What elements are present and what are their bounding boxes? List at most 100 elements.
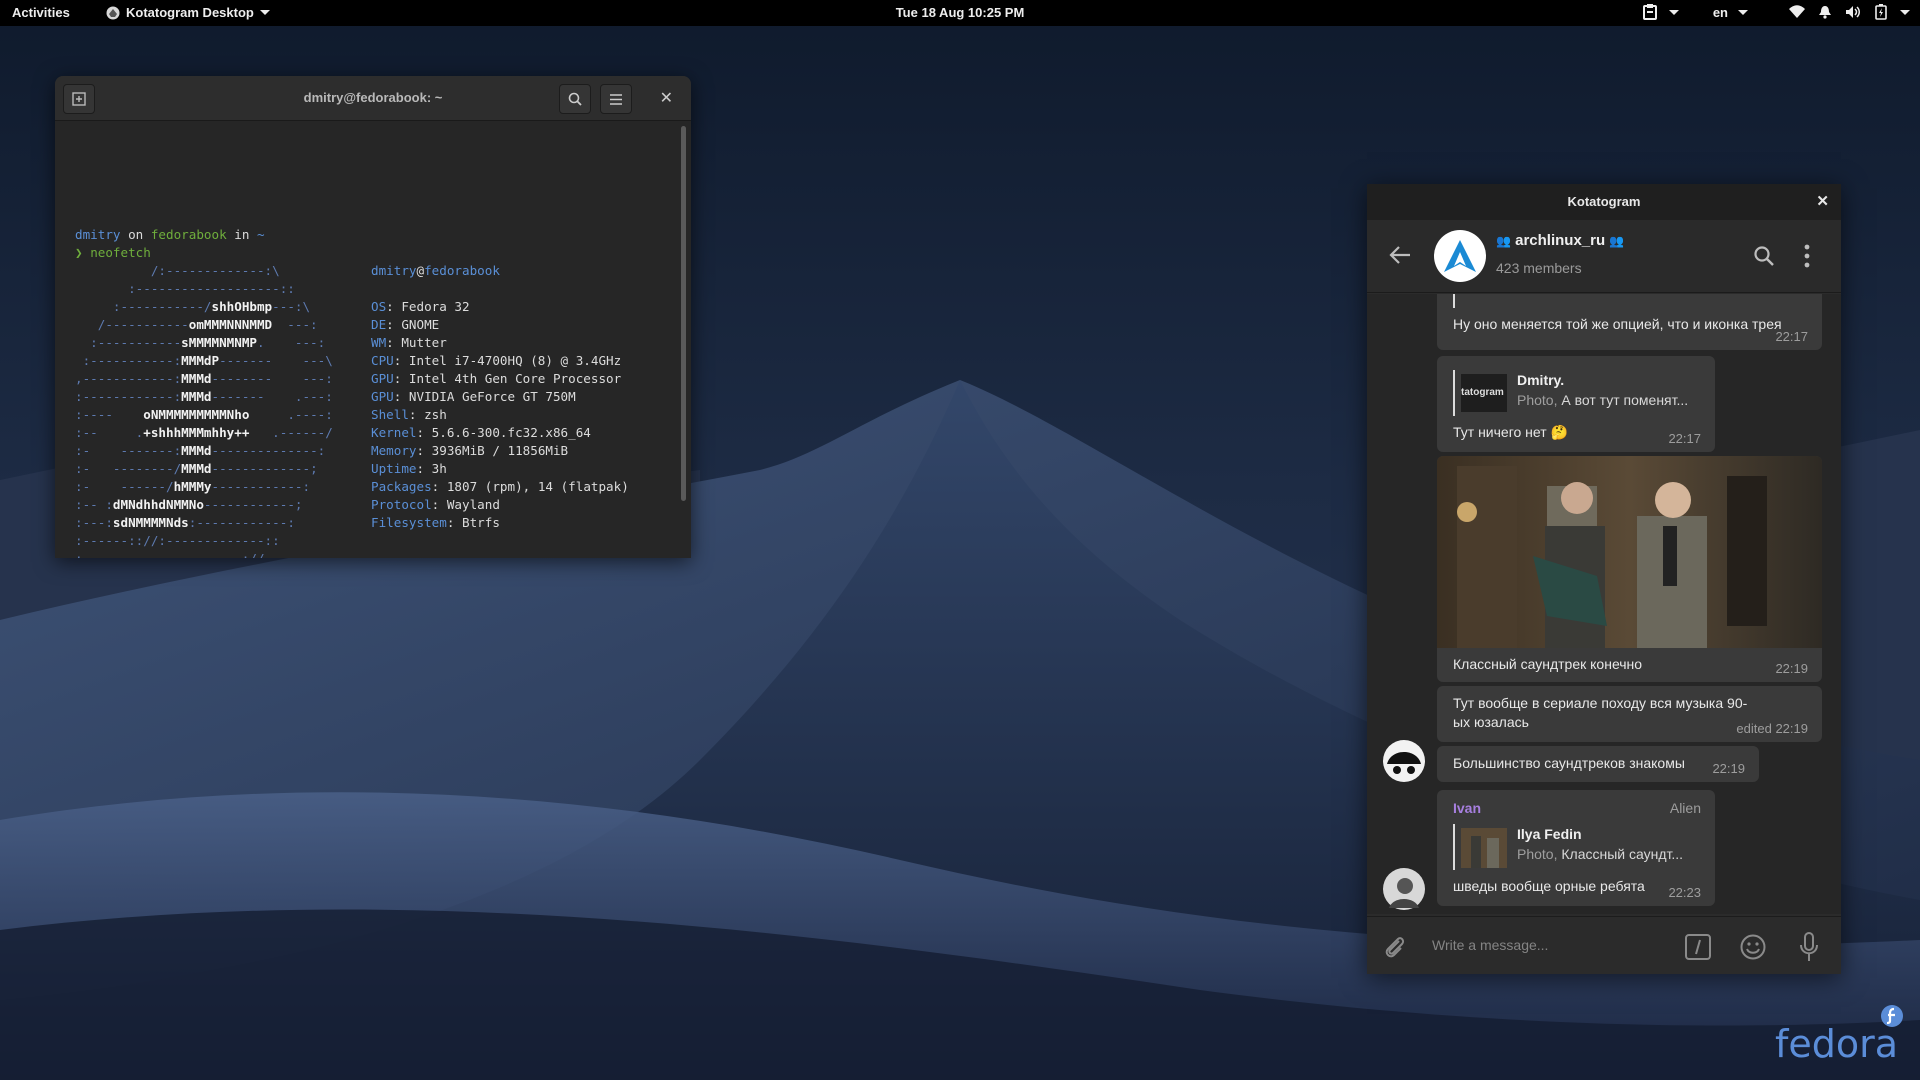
info-key: OS [371, 299, 387, 314]
logo-line: ,------------:MMMd-------- ---: [75, 371, 333, 386]
language-indicator[interactable]: en [1713, 5, 1728, 20]
info-key: CPU [371, 353, 394, 368]
terminal-window[interactable]: dmitry@fedorabook: ~ ✕ dmitry on fedorab… [55, 76, 691, 558]
message-time: 22:17 [1668, 431, 1701, 446]
message-input[interactable]: Write a message... [1432, 937, 1548, 953]
message-sender[interactable]: Ivan [1453, 800, 1481, 816]
command-text: neofetch [90, 245, 151, 260]
message-text: Тут вообще в сериале походу вся музыка 9… [1453, 695, 1748, 730]
back-arrow-icon[interactable] [1389, 245, 1411, 265]
kotatogram-window[interactable]: Kotatogram ✕ 👥 archlinux_ru 👥 423 member… [1367, 184, 1841, 974]
neofetch-logo: /:-------------:\ :-------------------::… [75, 262, 333, 558]
info-row: Shell: zsh [371, 406, 629, 424]
bot-commands-icon[interactable] [1685, 934, 1711, 960]
reply-bar [1453, 294, 1455, 308]
info-value: : 1807 (rpm), 14 (flatpak) [431, 479, 629, 494]
top-bar: Activities Kotatogram Desktop Tue 18 Aug… [0, 0, 1920, 26]
logo-line: :---------------------:// [75, 550, 333, 558]
logo-line: :-- :dMNdhhdNMMNo------------; [75, 497, 303, 512]
activities-button[interactable]: Activities [12, 5, 70, 20]
clock[interactable]: Tue 18 Aug 10:25 PM [896, 5, 1025, 20]
reply-preview[interactable]: tatogram Dmitry. Photo, А вот тут поменя… [1453, 370, 1703, 416]
info-key: Filesystem [371, 515, 447, 530]
chat-title[interactable]: 👥 archlinux_ru 👥 [1496, 232, 1624, 249]
reply-preview[interactable]: Ilya Fedin Photo, Классный саундт... [1453, 824, 1703, 870]
info-value: : 3936MiB / 11856MiB [416, 443, 569, 458]
terminal-headerbar[interactable]: dmitry@fedorabook: ~ ✕ [55, 76, 691, 121]
info-row: Memory: 3936MiB / 11856MiB [371, 442, 629, 460]
info-value: : Intel 4th Gen Core Processor [393, 371, 622, 386]
message-photo[interactable] [1437, 456, 1822, 648]
logo-line: :-- .+shhhMMMmhhy++ .------/ [75, 425, 333, 440]
message-list[interactable]: Ну оно меняется той же опцией, что и ико… [1367, 294, 1841, 914]
info-key: GPU [371, 371, 394, 386]
arch-linux-logo-icon [1444, 240, 1476, 272]
info-row: Packages: 1807 (rpm), 14 (flatpak) [371, 478, 629, 496]
logo-line: :- ------/hMMMy------------: [75, 479, 311, 494]
system-tray[interactable]: en [1641, 3, 1910, 21]
info-row: Protocol: Wayland [371, 496, 629, 514]
fedora-logo: fedora [1775, 1005, 1903, 1066]
info-key: Uptime [371, 461, 417, 476]
prompt-line: dmitry on fedorabook in ~ [75, 226, 265, 244]
message-time: 22:19 [1712, 761, 1745, 776]
terminal-menu-button[interactable] [600, 84, 632, 114]
logo-line: :------------:MMMd------- .---: [75, 389, 333, 404]
info-key: Shell [371, 407, 409, 422]
user-avatar[interactable] [1383, 740, 1425, 782]
neofetch-info: OS: Fedora 32 DE: GNOME WM: Mutter CPU: Int… [371, 298, 629, 532]
reply-thumbnail [1461, 828, 1507, 868]
message-bubble[interactable]: Тут вообще в сериале походу вся музыка 9… [1437, 686, 1822, 742]
group-icon: 👥 [1609, 234, 1625, 248]
terminal-search-button[interactable] [559, 84, 591, 114]
chat-header[interactable]: 👥 archlinux_ru 👥 423 members [1367, 220, 1841, 293]
info-row: CPU: Intel i7-4700HQ (8) @ 3.4GHz [371, 352, 629, 370]
app-menu[interactable]: Kotatogram Desktop [106, 5, 270, 20]
info-row: Filesystem: Btrfs [371, 514, 629, 532]
message-bubble[interactable]: Ivan Alien Ilya Fedin Photo, Классный са… [1437, 790, 1715, 906]
message-text: Ну оно меняется той же опцией, что и ико… [1453, 316, 1782, 332]
info-value: : Mutter [386, 335, 447, 350]
microphone-icon[interactable] [1799, 932, 1819, 962]
battery-icon [1872, 3, 1890, 21]
neofetch-header: dmitry@fedorabook [371, 262, 500, 280]
message-text: шведы вообще орные ребята [1453, 878, 1645, 894]
prompt-user: dmitry [75, 227, 121, 242]
volume-icon [1844, 3, 1862, 21]
chat-avatar[interactable] [1434, 230, 1486, 282]
chevron-down-icon[interactable] [1900, 9, 1910, 15]
message-bubble[interactable]: tatogram Dmitry. Photo, А вот тут поменя… [1437, 356, 1715, 452]
user-avatar[interactable] [1383, 868, 1425, 910]
clipboard-icon[interactable] [1641, 3, 1659, 21]
kotatogram-titlebar[interactable]: Kotatogram ✕ [1367, 184, 1841, 220]
chevron-down-icon[interactable] [1668, 9, 1679, 15]
terminal-scrollbar[interactable] [681, 126, 686, 501]
reply-thumbnail: tatogram [1461, 374, 1507, 412]
message-text: Большинство саундтреков знакомы [1453, 755, 1685, 771]
message-bubble[interactable]: Ну оно меняется той же опцией, что и ико… [1437, 294, 1822, 350]
message-time: 22:19 [1775, 661, 1808, 676]
chevron-down-icon[interactable] [1738, 9, 1748, 15]
photo-message-bubble[interactable]: Классный саундтрек конечно 22:19 [1437, 456, 1822, 682]
info-key: WM [371, 335, 387, 350]
terminal-close-button[interactable]: ✕ [660, 88, 673, 108]
info-value: : Btrfs [446, 515, 500, 530]
info-key: Protocol [371, 497, 432, 512]
logo-line: /-----------omMMMNNNMMD ---: [75, 317, 318, 332]
info-value: : 5.6.6-300.fc32.x86_64 [416, 425, 591, 440]
info-row: WM: Mutter [371, 334, 629, 352]
info-at: @ [416, 263, 425, 278]
message-composer[interactable]: Write a message... [1367, 916, 1841, 974]
message-bubble[interactable]: Большинство саундтреков знакомы 22:19 [1437, 746, 1759, 782]
search-icon[interactable] [1753, 245, 1775, 267]
kotatogram-close-button[interactable]: ✕ [1816, 184, 1829, 220]
message-text: Тут ничего нет 🤔 [1453, 424, 1568, 440]
attach-paperclip-icon[interactable] [1381, 933, 1407, 959]
terminal-output[interactable]: dmitry on fedorabook in ~ ❯ neofetch /:-… [55, 122, 691, 558]
more-vertical-icon[interactable] [1804, 244, 1810, 268]
reply-author: Dmitry. [1517, 372, 1565, 388]
emoji-icon[interactable] [1740, 934, 1766, 960]
info-user: dmitry [371, 263, 417, 278]
logo-line: :- -------:MMMd--------------: [75, 443, 326, 458]
logo-line: :-----------:MMMdP------- ---\ [75, 353, 333, 368]
